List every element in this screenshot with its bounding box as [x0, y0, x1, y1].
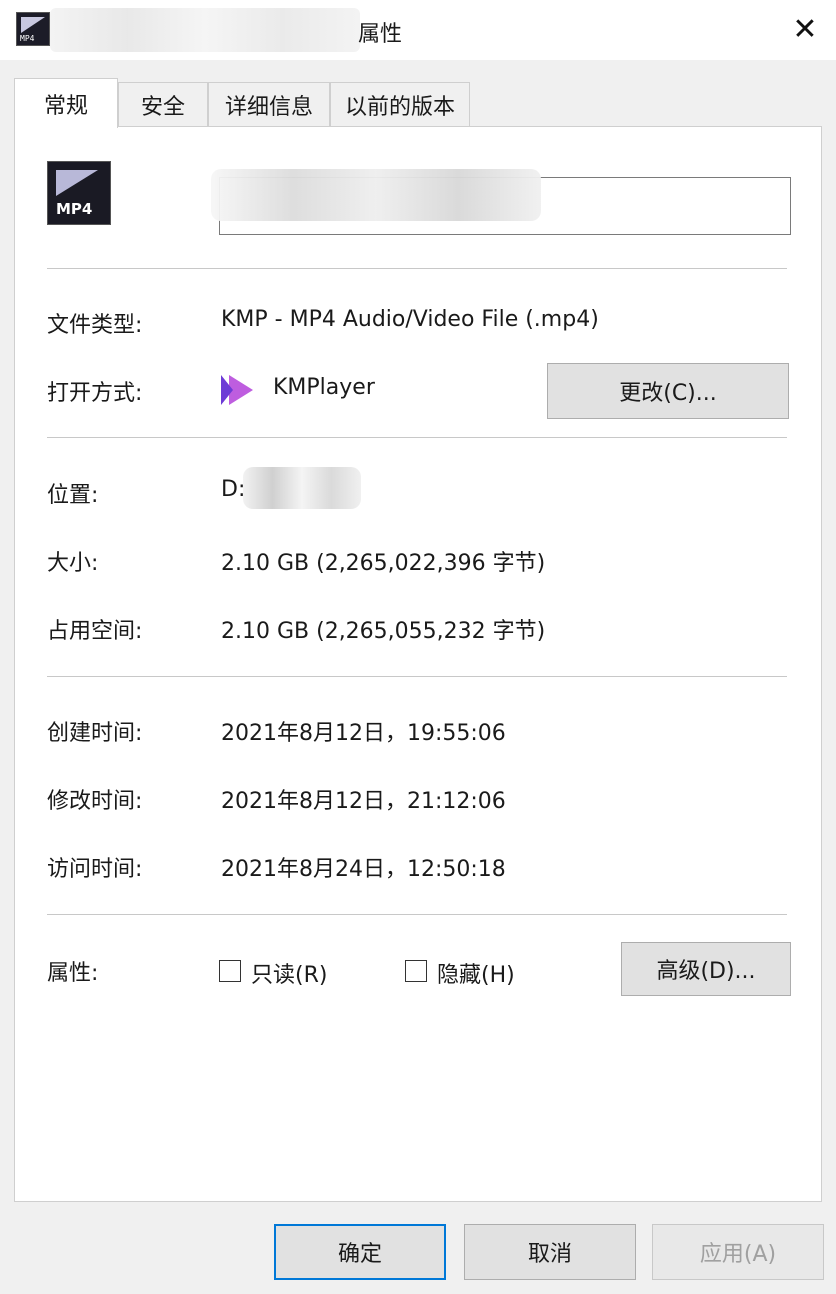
location-value: D:	[221, 477, 246, 502]
disk-size-label: 占用空间:	[47, 619, 143, 644]
tab-previous-versions[interactable]: 以前的版本	[330, 82, 470, 126]
tab-general[interactable]: 常规	[14, 78, 118, 128]
file-type-label: 文件类型:	[47, 313, 143, 338]
change-button[interactable]: 更改(C)...	[547, 363, 789, 419]
file-icon-label: MP4	[56, 200, 93, 218]
size-label: 大小:	[47, 551, 99, 576]
location-label: 位置:	[47, 483, 99, 508]
close-button[interactable]: ✕	[784, 8, 826, 50]
separator	[47, 268, 787, 269]
accessed-value: 2021年8月24日，12:50:18	[221, 857, 506, 882]
open-with-value: KMPlayer	[273, 375, 375, 400]
window-title: 属性	[358, 22, 403, 47]
readonly-label[interactable]: 只读(R)	[251, 957, 327, 989]
kmplayer-app-icon: MP4	[16, 12, 50, 46]
blurred-filename	[50, 8, 360, 52]
blurred-location	[243, 467, 361, 509]
tab-details[interactable]: 详细信息	[208, 82, 330, 126]
open-with-label: 打开方式:	[47, 381, 143, 406]
tab-security[interactable]: 安全	[118, 82, 208, 126]
hidden-label[interactable]: 隐藏(H)	[437, 957, 515, 989]
hidden-checkbox[interactable]	[405, 960, 427, 982]
created-value: 2021年8月12日，19:55:06	[221, 721, 506, 746]
separator	[47, 676, 787, 677]
disk-size-value: 2.10 GB (2,265,055,232 字节)	[221, 619, 546, 644]
kmplayer-icon	[221, 375, 255, 405]
cancel-button[interactable]: 取消	[464, 1224, 636, 1280]
app-icon-label: MP4	[20, 34, 35, 43]
size-value: 2.10 GB (2,265,022,396 字节)	[221, 551, 546, 576]
ok-button[interactable]: 确定	[274, 1224, 446, 1280]
accessed-label: 访问时间:	[47, 857, 143, 882]
created-label: 创建时间:	[47, 721, 143, 746]
attributes-label: 属性:	[47, 961, 99, 986]
close-icon: ✕	[792, 11, 818, 47]
advanced-button[interactable]: 高级(D)...	[621, 942, 791, 996]
title-bar: MP4 属性 ✕	[0, 0, 836, 60]
apply-button[interactable]: 应用(A)	[652, 1224, 824, 1280]
blurred-filename-field	[211, 169, 541, 221]
separator	[47, 437, 787, 438]
mp4-file-icon: MP4	[47, 161, 111, 225]
modified-value: 2021年8月12日，21:12:06	[221, 789, 506, 814]
general-panel: MP4 文件类型: KMP - MP4 Audio/Video File (.m…	[14, 126, 822, 1202]
separator	[47, 914, 787, 915]
readonly-checkbox[interactable]	[219, 960, 241, 982]
file-type-value: KMP - MP4 Audio/Video File (.mp4)	[221, 307, 599, 332]
modified-label: 修改时间:	[47, 789, 143, 814]
